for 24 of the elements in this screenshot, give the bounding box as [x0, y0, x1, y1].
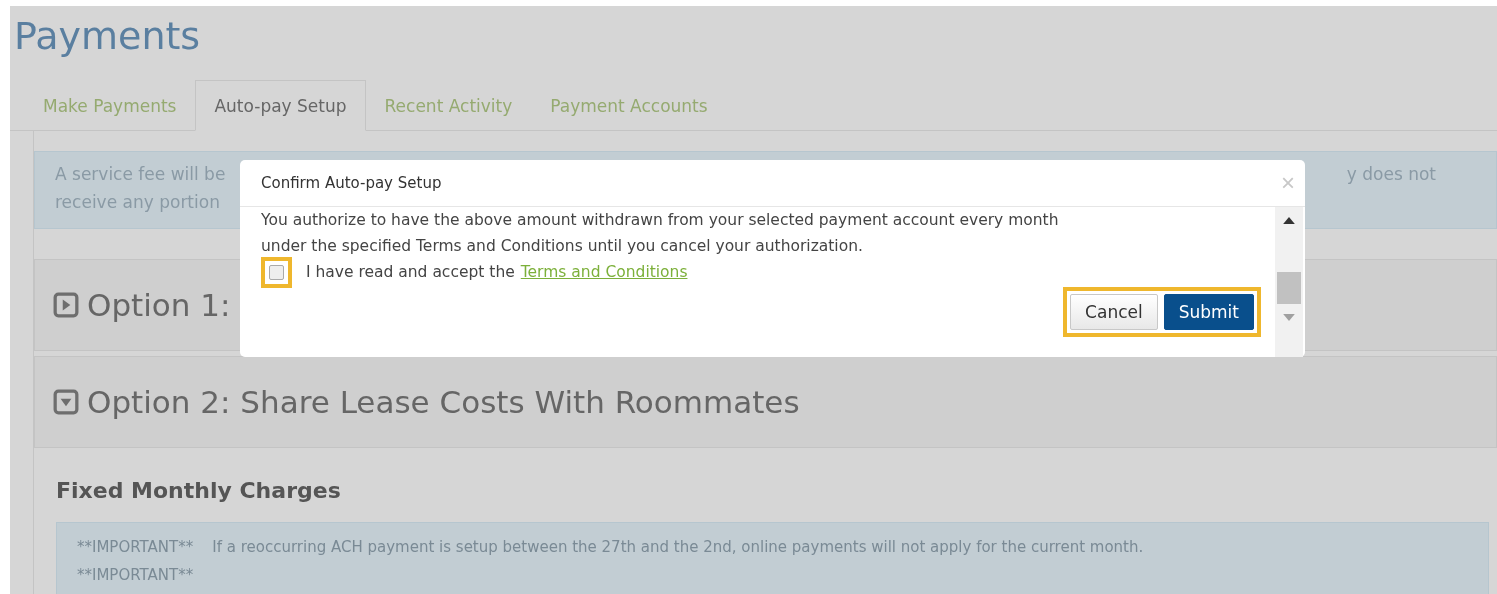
- tab[interactable]: Auto-pay Setup: [195, 80, 366, 131]
- accept-checkbox[interactable]: [269, 264, 284, 280]
- scroll-thumb[interactable]: [1277, 272, 1301, 304]
- scroll-down-icon[interactable]: [1283, 314, 1295, 321]
- dialog-text: under the specified Terms and Conditions until you cancel your authorization.: [261, 236, 864, 257]
- page-title: Payments: [13, 13, 202, 60]
- option-title[interactable]: Option 1:: [87, 287, 231, 323]
- scroll-up-icon[interactable]: [1283, 217, 1295, 224]
- terms-link[interactable]: Terms and Conditions: [520, 263, 688, 281]
- toggle-icon[interactable]: [53, 292, 79, 318]
- cancel-button[interactable]: Cancel: [1070, 294, 1158, 330]
- notice-text: receive any portion: [55, 191, 221, 214]
- important-text: **IMPORTANT**: [77, 565, 195, 586]
- accept-label: I have read and accept the: [306, 263, 515, 281]
- dialog-text: You authorize to have the above amount withdrawn from your selected payment account every month: [261, 210, 1060, 231]
- option-title[interactable]: Option 2: Share Lease Costs With Roommates: [87, 384, 800, 420]
- toggle-icon[interactable]: [53, 389, 79, 415]
- submit-button[interactable]: Submit: [1163, 294, 1254, 330]
- notice-text: y does not: [1346, 163, 1436, 186]
- important-text: **IMPORTANT** If a reoccurring ACH payment is setup between the 27th and the 2nd, online payments will not apply for the current month.: [77, 537, 1145, 558]
- dialog-title: Confirm Auto-pay Setup: [261, 174, 442, 192]
- scrollbar[interactable]: [1275, 207, 1303, 357]
- section-heading: Fixed Monthly Charges: [56, 478, 342, 505]
- notice-text: A service fee will be: [55, 163, 226, 186]
